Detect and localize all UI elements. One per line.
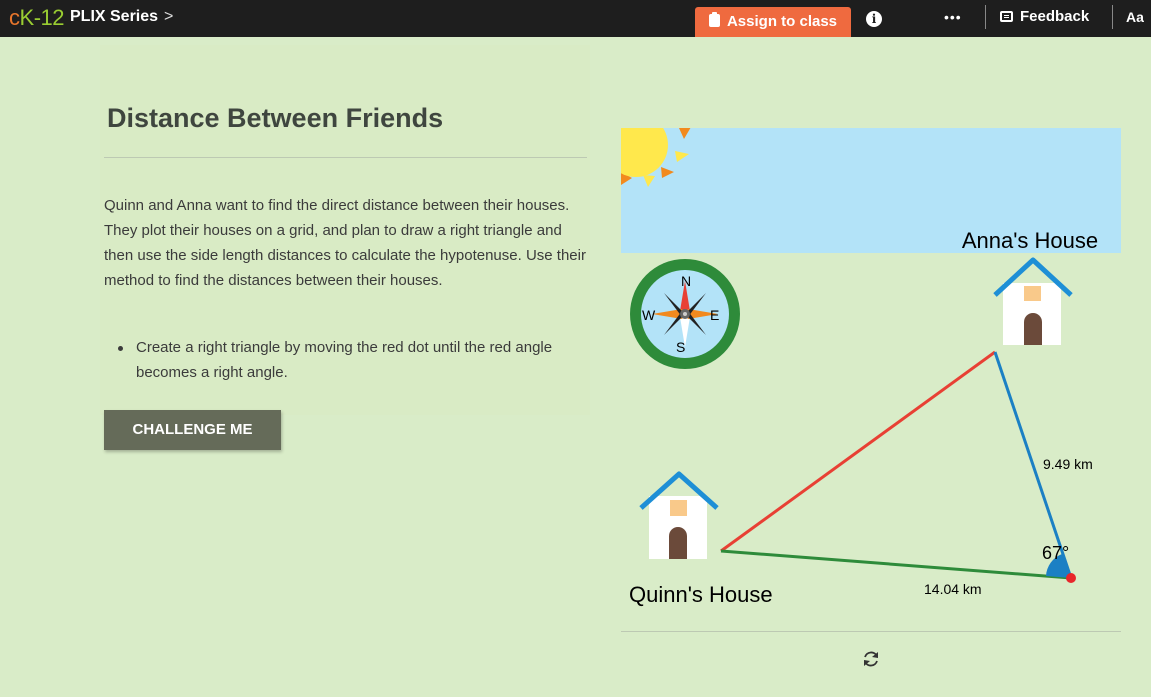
anna-house-icon [993, 257, 1073, 345]
feedback-button[interactable]: Feedback [1000, 8, 1089, 25]
logo-k: K [19, 5, 35, 30]
challenge-me-button[interactable]: CHALLENGE ME [104, 410, 281, 450]
logo-rest: -12 [33, 5, 65, 30]
title-divider [104, 157, 587, 158]
feedback-icon [1000, 11, 1013, 22]
plix-series-label: PLIX Series [70, 8, 159, 25]
compass-icon: N S E W [630, 259, 740, 369]
hypotenuse-line [720, 350, 996, 553]
compass-w: W [642, 307, 656, 323]
feedback-label: Feedback [1020, 8, 1090, 25]
compass-s: S [676, 339, 685, 355]
top-navigation-bar: cK-12 PLIX Series > Assign to class i •••… [0, 0, 1151, 37]
more-options-icon[interactable]: ••• [944, 9, 962, 25]
angle-label: 67° [1042, 543, 1069, 563]
divider [1112, 5, 1113, 29]
intro-text: Quinn and Anna want to find the direct d… [104, 197, 586, 289]
red-drag-dot[interactable] [1066, 573, 1076, 583]
info-icon[interactable]: i [866, 11, 882, 27]
ck12-logo[interactable]: cK-12 [9, 5, 64, 31]
quinn-house-icon [639, 471, 719, 559]
green-side-line [720, 549, 1072, 580]
green-side-length-label: 14.04 km [924, 581, 982, 597]
divider [985, 5, 986, 29]
instruction-bullet: Create a right triangle by moving the re… [136, 339, 553, 381]
clipboard-icon [708, 12, 720, 27]
text-size-button[interactable]: Aa [1126, 9, 1144, 25]
chevron-right-icon: > [164, 8, 174, 25]
page-title: Distance Between Friends [107, 103, 444, 133]
logo-c: c [9, 5, 20, 30]
assign-to-class-button[interactable]: Assign to class [695, 7, 851, 37]
anna-house-label: Anna's House [962, 228, 1098, 253]
compass-e: E [710, 307, 719, 323]
compass-n: N [681, 273, 691, 289]
interactive-divider [621, 631, 1121, 632]
bullet-dot [118, 346, 123, 351]
plix-series-link[interactable]: PLIX Series > [70, 8, 173, 26]
quinn-house-label: Quinn's House [629, 582, 773, 607]
assign-label: Assign to class [726, 13, 838, 30]
refresh-icon[interactable] [860, 648, 882, 670]
blue-side-length-label: 9.49 km [1043, 456, 1093, 472]
